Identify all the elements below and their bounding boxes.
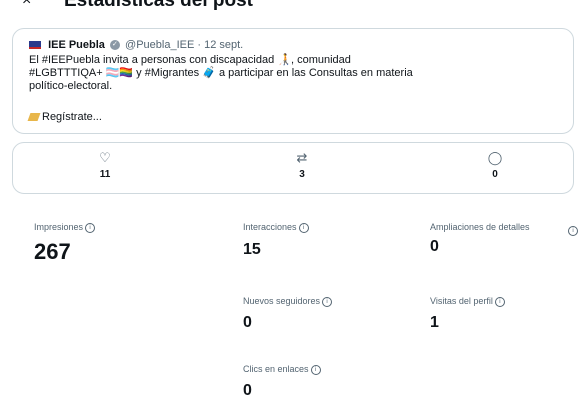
post-preview-card[interactable]: IEE Puebla ✓ @Puebla_IEE · 12 sept. El #… (12, 28, 574, 134)
post-handle-date: @Puebla_IEE · 12 sept. (125, 39, 244, 51)
engagement-summary: ♡ 11 ⇄ 3 ◯ 0 (12, 142, 574, 194)
likes-stat: ♡ 11 (75, 150, 135, 181)
post-header: IEE Puebla ✓ @Puebla_IEE · 12 sept. (29, 39, 243, 51)
post-text-line: El #IEEPuebla invita a personas con disc… (29, 54, 351, 66)
info-icon[interactable]: i (85, 222, 96, 233)
repost-icon: ⇄ (296, 150, 308, 165)
reply-icon: ◯ (487, 150, 503, 165)
flag-icon (29, 41, 41, 50)
metric-value: 15 (243, 241, 261, 258)
metric-label: Impresiones (34, 222, 84, 232)
replies-count: 0 (492, 169, 498, 180)
info-icon[interactable]: i (568, 226, 578, 236)
heart-icon: ♡ (99, 150, 111, 165)
metric-label: Clics en enlaces (243, 364, 309, 374)
metric-label: Interacciones (243, 222, 297, 232)
metric-label: Ampliaciones de detalles (430, 222, 530, 232)
metric-nuevos-seguidores: Nuevos seguidores i 0 (243, 296, 333, 332)
post-text-line: #LGBTTTIQA+ 🏳️‍⚧️🏳️‍🌈 y #Migrantes 🧳 a p… (29, 67, 413, 79)
post-author[interactable]: IEE Puebla (48, 39, 105, 51)
metric-ampliaciones: Ampliaciones de detalles i 0 (430, 222, 578, 256)
reposts-count: 3 (299, 169, 305, 180)
page-title: Estadísticas del post (64, 0, 254, 11)
post-text-line: político-electoral. (29, 80, 113, 92)
metric-value: 0 (243, 382, 252, 399)
info-icon[interactable]: i (298, 222, 309, 233)
metric-clics-enlaces: Clics en enlaces i 0 (243, 364, 321, 400)
reposts-stat: ⇄ 3 (272, 150, 332, 181)
metric-impresiones: Impresiones i 267 (34, 222, 96, 265)
metric-value: 0 (243, 314, 252, 331)
metric-interacciones: Interacciones i 15 (243, 222, 309, 259)
metric-label: Visitas del perfil (430, 296, 493, 306)
top-bar: × Estadísticas del post (0, 0, 580, 16)
post-cta: Regístrate... (27, 111, 102, 123)
post-cta-text: Regístrate... (42, 111, 102, 123)
metric-value: 0 (430, 238, 439, 255)
info-icon[interactable]: i (310, 364, 321, 375)
metric-value: 1 (430, 314, 439, 331)
info-icon[interactable]: i (494, 296, 505, 307)
metric-label: Nuevos seguidores (243, 296, 321, 306)
likes-count: 11 (99, 169, 111, 180)
info-icon[interactable]: i (322, 296, 333, 307)
replies-stat: ◯ 0 (465, 150, 525, 181)
metric-visitas-perfil: Visitas del perfil i 1 (430, 296, 505, 332)
metric-value: 267 (34, 239, 71, 264)
verified-badge-icon: ✓ (109, 40, 120, 51)
post-text: El #IEEPuebla invita a personas con disc… (29, 54, 559, 93)
close-icon[interactable]: × (22, 0, 31, 10)
pencil-icon (27, 113, 41, 122)
